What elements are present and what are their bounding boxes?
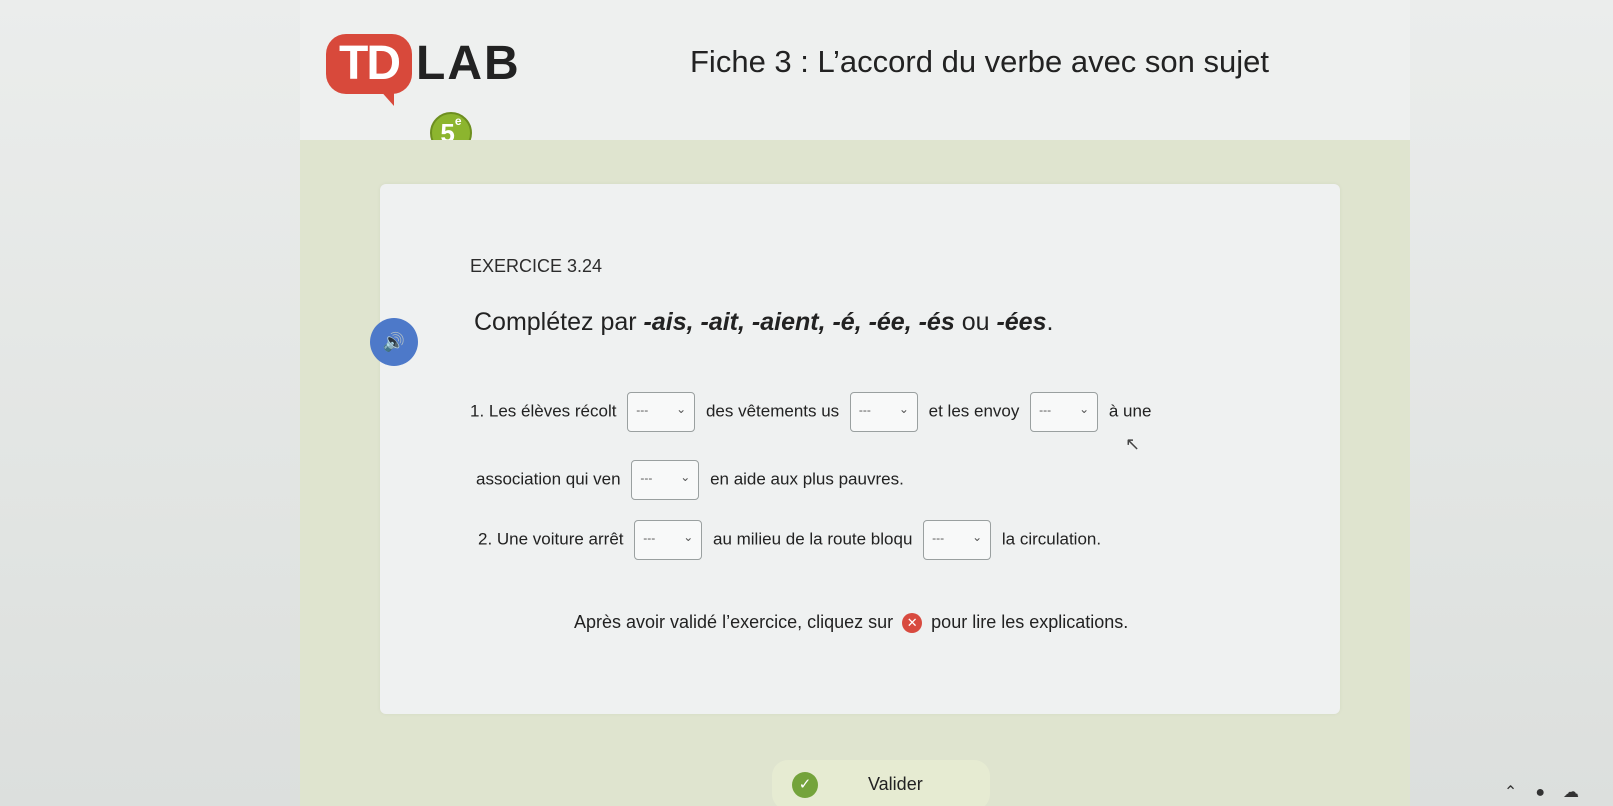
- close-circle-icon[interactable]: ✕: [902, 613, 923, 634]
- instruction-suffix: .: [1046, 308, 1054, 336]
- exercise-id: EXERCICE 3.24: [470, 256, 603, 276]
- sentence1-part6: en aide aux plus pauvres.: [710, 469, 904, 489]
- chevron-down-icon: ⌄: [972, 530, 983, 544]
- cloud-icon[interactable]: ☁: [1563, 784, 1597, 801]
- instruction-endings: -ais, -ait, -aient, -é, -ée, -és: [643, 308, 955, 336]
- note-after: pour lire les explications.: [931, 612, 1129, 632]
- screen: TD LAB 5e Fiche 3 : L’accord du verbe av…: [0, 0, 1613, 806]
- exercise-instruction: Complétez par -ais, -ait, -aient, -é, -é…: [474, 308, 1053, 337]
- select-placeholder: ---: [858, 403, 871, 417]
- ending-select-2[interactable]: --- ⌄: [849, 392, 918, 432]
- instruction-or: ou: [954, 308, 997, 336]
- sentence2-part1: 2. Une voiture arrêt: [478, 529, 624, 549]
- select-placeholder: ---: [636, 403, 649, 417]
- ending-select-1[interactable]: --- ⌄: [627, 392, 696, 432]
- check-icon: ✓: [792, 772, 818, 798]
- app-icon[interactable]: ●: [1535, 784, 1563, 801]
- instruction-prefix: Complétez par: [474, 308, 644, 336]
- instruction-last: -ées: [996, 308, 1047, 336]
- sentence1-line2: association qui ven --- ⌄ en aide aux plu…: [476, 460, 904, 500]
- mouse-cursor-icon: ↖: [1125, 434, 1141, 454]
- ending-select-5[interactable]: --- ⌄: [634, 520, 703, 560]
- sentence1-part3: et les envoy: [928, 401, 1020, 421]
- select-placeholder: ---: [640, 471, 653, 485]
- sentence1-part4: à une: [1108, 401, 1152, 421]
- sheet-title: Fiche 3 : L’accord du verbe avec son suj…: [690, 44, 1269, 79]
- sentence1-part5: association qui ven: [476, 469, 621, 489]
- sentence2-part2: au milieu de la route bloqu: [712, 529, 913, 549]
- chevron-down-icon: ⌄: [676, 402, 687, 416]
- select-placeholder: ---: [643, 531, 656, 545]
- tdlab-logo: TD LAB 5e: [326, 34, 566, 154]
- logo-lab: LAB: [416, 37, 521, 90]
- audio-button[interactable]: 🔊: [370, 318, 418, 366]
- ending-select-6[interactable]: --- ⌄: [923, 520, 992, 560]
- grade-sup: e: [454, 114, 462, 128]
- select-placeholder: ---: [1039, 403, 1052, 417]
- system-tray: ⌃●☁: [1504, 782, 1597, 802]
- chevron-down-icon: ⌄: [1079, 402, 1090, 416]
- chevron-down-icon: ⌄: [898, 402, 909, 416]
- sentence2-line1: 2. Une voiture arrêt --- ⌄ au milieu de l…: [478, 520, 1101, 560]
- sentence1-line1: 1. Les élèves récolt --- ⌄ des vêtements …: [470, 392, 1151, 432]
- ending-select-3[interactable]: --- ⌄: [1030, 392, 1099, 432]
- chevron-down-icon: ⌄: [683, 530, 694, 544]
- sentence1-part2: des vêtements us: [705, 401, 840, 421]
- note-before: Après avoir validé l’exercice, cliquez s…: [574, 612, 894, 632]
- explanation-note: Après avoir validé l’exercice, cliquez s…: [574, 612, 1129, 634]
- select-placeholder: ---: [932, 531, 945, 545]
- chevron-down-icon: ⌄: [680, 470, 691, 484]
- sentence1-part1: 1. Les élèves récolt: [470, 401, 617, 421]
- chevron-up-icon[interactable]: ⌃: [1504, 784, 1535, 801]
- validate-label: Valider: [868, 774, 923, 794]
- ending-select-4[interactable]: --- ⌄: [631, 460, 700, 500]
- speaker-icon: 🔊: [382, 332, 406, 352]
- logo-td: TD: [326, 34, 412, 106]
- validate-button[interactable]: ✓ Valider: [772, 760, 990, 806]
- sentence2-part3: la circulation.: [1001, 529, 1102, 549]
